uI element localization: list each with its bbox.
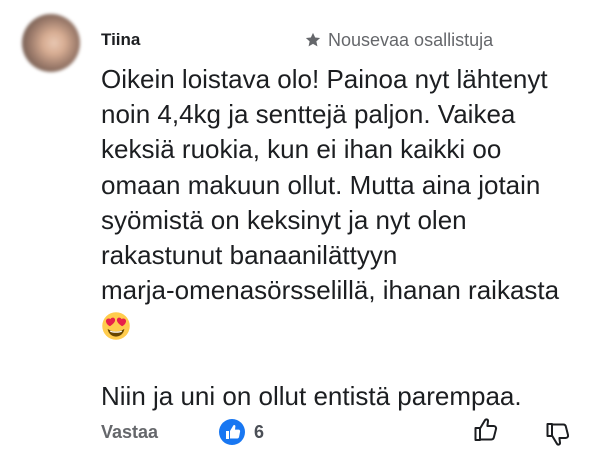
like-count: 6: [254, 421, 265, 442]
comment-body: Oikein loistava olo! Painoa nyt lähtenyt…: [101, 62, 581, 414]
comment-line: rakastunut banaanilättyyn: [101, 239, 398, 270]
comment-line: syömistä on keksinyt ja nyt olen: [101, 204, 467, 235]
comment-line: Niin ja uni on ollut entistä parempaa.: [101, 380, 522, 411]
like-summary[interactable]: 6: [218, 418, 264, 446]
comment-line: noin 4,4kg ja senttejä paljon. Vaikea: [101, 99, 516, 130]
comment-line: marja-omenasörsselillä, ihanan raikasta: [101, 275, 560, 306]
like-badge-icon: [219, 419, 245, 445]
heart-eyes-emoji: [102, 312, 130, 340]
comment-actions: Vastaa 6: [0, 412, 600, 452]
author-name[interactable]: Tiina: [101, 30, 140, 50]
thumbs-down-icon[interactable]: [544, 420, 572, 448]
badge-label: Nousevaa osallistuja: [328, 30, 494, 50]
star-icon: [305, 32, 321, 47]
comment-line: keksiä ruokia, kun ei ihan kaikki oo: [101, 134, 502, 165]
reply-button[interactable]: Vastaa: [101, 422, 158, 443]
comment-line: Oikein loistava olo! Painoa nyt lähtenyt: [101, 64, 548, 94]
emoji-line: [101, 308, 581, 343]
comment-line: omaan makuun ollut. Mutta aina jotain: [101, 169, 541, 200]
participant-badge: Nousevaa osallistuja: [304, 30, 493, 50]
thumbs-up-icon[interactable]: [472, 416, 500, 444]
avatar[interactable]: [22, 14, 80, 72]
